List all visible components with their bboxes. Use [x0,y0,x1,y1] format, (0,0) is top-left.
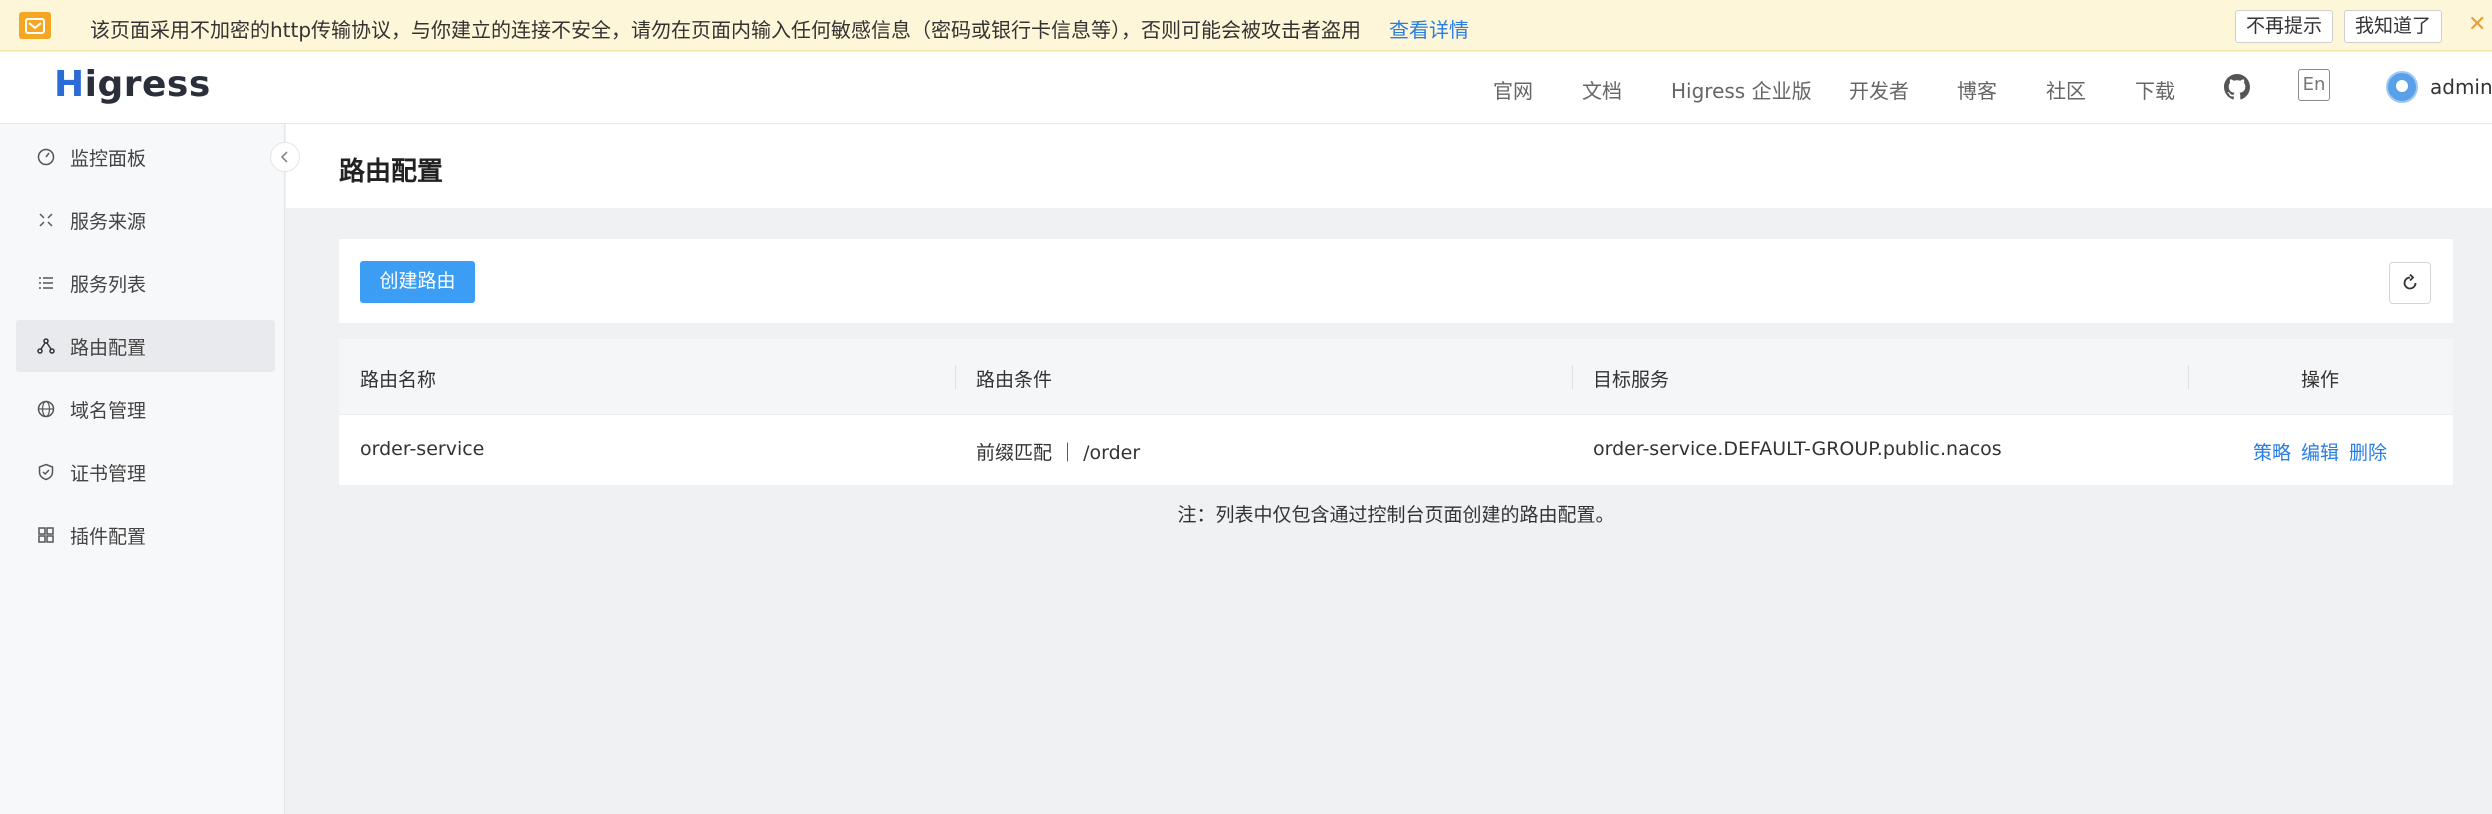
sidebar-item-service-list[interactable]: 服务列表 [16,257,275,309]
target-service-cell: order-service.DEFAULT-GROUP.public.nacos [1593,438,2002,460]
refresh-button[interactable] [2389,262,2431,304]
view-details-link[interactable]: 查看详情 [1389,14,1469,43]
top-header: Higress 官网 文档 Higress 企业版 开发者 博客 社区 下载 E… [0,52,2492,124]
route-icon [36,336,56,356]
delete-action-link[interactable]: 删除 [2349,438,2387,465]
globe-icon [36,399,56,419]
shield-icon [36,462,56,482]
column-header-actions: 操作 [2301,369,2340,391]
edit-action-link[interactable]: 编辑 [2301,438,2339,465]
column-header-target-service: 目标服务 [1593,369,1670,391]
column-header-route-name: 路由名称 [360,369,437,391]
route-name-cell: order-service [360,438,485,460]
sidebar-item-certificate[interactable]: 证书管理 [16,446,275,498]
column-header-route-condition: 路由条件 [976,369,1053,391]
create-route-button[interactable]: 创建路由 [360,261,475,303]
higress-logo[interactable]: Higress [54,64,211,105]
got-it-button[interactable]: 我知道了 [2344,10,2443,43]
dashboard-icon [36,147,56,167]
dont-show-again-button[interactable]: 不再提示 [2235,10,2334,43]
route-condition-cell: 前缀匹配 ｜ /order [976,442,1141,464]
sidebar-item-domain[interactable]: 域名管理 [16,383,275,435]
github-icon[interactable] [2224,74,2250,100]
banner-message: 该页面采用不加密的http传输协议，与你建立的连接不安全，请勿在页面内输入任何敏… [90,18,1362,42]
avatar[interactable] [2386,71,2418,103]
table-note: 注：列表中仅包含通过控制台页面创建的路由配置。 [1177,504,1615,526]
policy-action-link[interactable]: 策略 [2253,438,2291,465]
insecure-connection-banner: 该页面采用不加密的http传输协议，与你建立的连接不安全，请勿在页面内输入任何敏… [0,0,2492,51]
column-divider [955,365,956,389]
service-source-icon [36,210,56,230]
language-switch[interactable]: En [2298,69,2330,101]
sidebar-item-route-config[interactable]: 路由配置 [16,320,275,372]
nav-docs[interactable]: 文档 [1582,75,1622,104]
close-icon[interactable]: ✕ [2468,12,2486,37]
list-icon [36,273,56,293]
warning-icon [19,12,51,39]
plugin-icon [36,525,56,545]
table-row: order-service 前缀匹配 ｜ /order order-servic… [339,415,2453,485]
table-header: 路由名称 路由条件 目标服务 操作 [339,339,2453,415]
sidebar: 监控面板 服务来源 服务列表 路由配置 域名管理 证书管理 插件配置 [0,124,285,814]
page-title: 路由配置 [339,157,444,187]
nav-enterprise[interactable]: Higress 企业版 [1671,75,1812,104]
nav-download[interactable]: 下载 [2135,75,2175,104]
toolbar: 创建路由 [339,239,2453,323]
nav-blog[interactable]: 博客 [1957,75,1997,104]
nav-community[interactable]: 社区 [2046,75,2086,104]
column-divider [1572,365,1573,389]
sidebar-item-service-source[interactable]: 服务来源 [16,194,275,246]
column-divider [2188,365,2189,389]
nav-official-site[interactable]: 官网 [1493,75,1533,104]
sidebar-item-monitor[interactable]: 监控面板 [16,131,275,183]
sidebar-item-plugin[interactable]: 插件配置 [16,509,275,561]
chevron-left-icon [280,151,288,163]
username[interactable]: admin [2430,75,2492,99]
collapse-sidebar-button[interactable] [270,142,300,172]
nav-developers[interactable]: 开发者 [1849,75,1909,104]
route-table: 路由名称 路由条件 目标服务 操作 order-service 前缀匹配 ｜ /… [339,339,2453,485]
page-header: 路由配置 [286,124,2492,208]
refresh-icon [2403,273,2417,290]
